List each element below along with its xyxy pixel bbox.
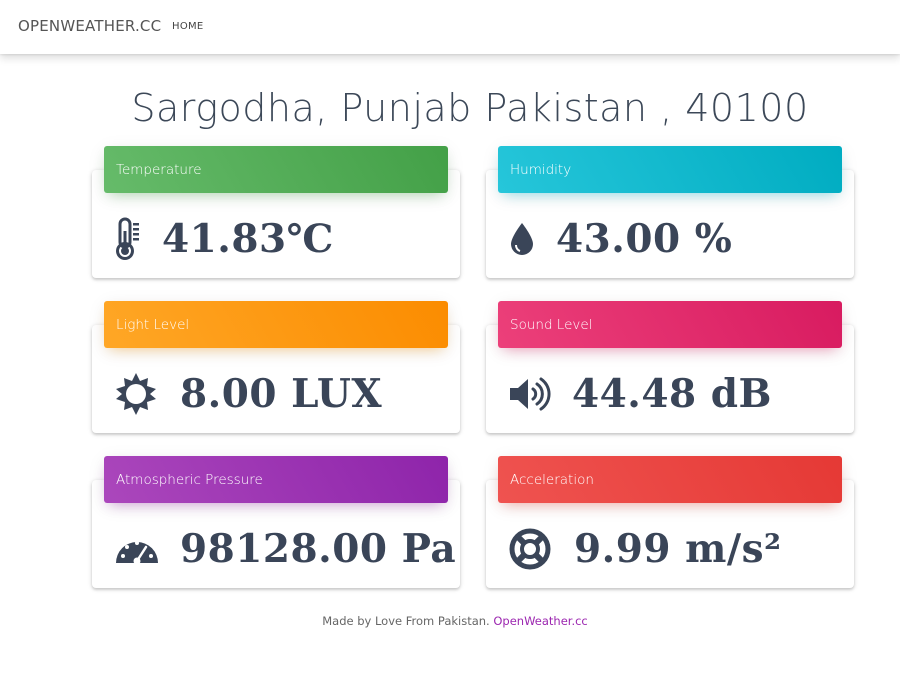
footer-text: Made by Love From Pakistan. — [322, 614, 494, 628]
sun-icon — [114, 370, 180, 418]
speaker-icon — [508, 370, 572, 418]
top-navbar: OPENWEATHER.CC HOME — [0, 0, 900, 54]
light-level-card-header: Light Level — [104, 301, 448, 348]
acceleration-card-header: Acceleration — [498, 456, 842, 503]
temperature-card-body: 41.83℃ — [114, 214, 334, 264]
humidity-card-header: Humidity — [498, 146, 842, 193]
light-level-value: 8.00 LUX — [180, 371, 383, 417]
temperature-value: 41.83℃ — [162, 216, 334, 262]
atmospheric-pressure-card-body: 98128.00 Pa — [114, 524, 456, 574]
temperature-card-header: Temperature — [104, 146, 448, 193]
nav-home-link[interactable]: HOME — [172, 21, 204, 32]
acceleration-value: 9.99 m/s² — [574, 526, 782, 572]
thermometer-icon — [114, 215, 162, 263]
location-title: Sargodha, Punjab Pakistan , 40100 — [131, 86, 809, 130]
temperature-card: Temperature 41.83℃ — [92, 146, 460, 278]
humidity-card-body: 43.00 % — [508, 214, 732, 264]
water-drop-icon — [508, 215, 556, 263]
acceleration-card: Acceleration 9.99 m/s² — [486, 456, 854, 588]
sound-level-card-header: Sound Level — [498, 301, 842, 348]
atmospheric-pressure-card-header: Atmospheric Pressure — [104, 456, 448, 503]
sound-level-value: 44.48 dB — [572, 371, 772, 417]
footer-link[interactable]: OpenWeather.cc — [493, 614, 587, 628]
acceleration-card-body: 9.99 m/s² — [508, 524, 782, 574]
light-level-card-body: 8.00 LUX — [114, 369, 382, 419]
sound-level-card-body: 44.48 dB — [508, 369, 772, 419]
atmospheric-pressure-value: 98128.00 Pa — [180, 526, 457, 572]
sound-level-card: Sound Level 44.48 dB — [486, 301, 854, 433]
footer: Made by Love From Pakistan. OpenWeather.… — [0, 614, 900, 628]
brand-logo-link[interactable]: OPENWEATHER.CC — [18, 17, 161, 35]
humidity-card: Humidity 43.00 % — [486, 146, 854, 278]
humidity-value: 43.00 % — [556, 216, 733, 262]
light-level-card: Light Level 8.00 LUX — [92, 301, 460, 433]
atmospheric-pressure-card: Atmospheric Pressure 98128.00 Pa — [92, 456, 460, 588]
gauge-icon — [114, 525, 180, 573]
lifebuoy-icon — [508, 525, 574, 573]
